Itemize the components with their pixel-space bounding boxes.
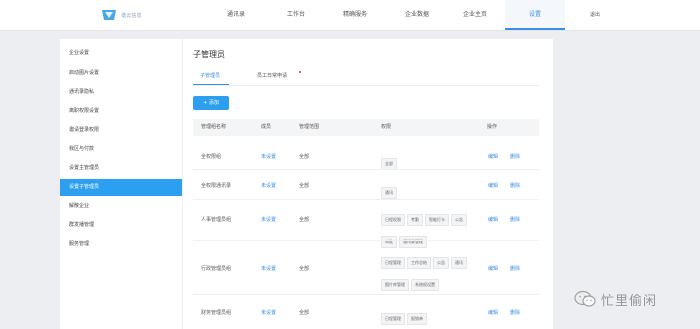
scope-value: 全部 — [299, 310, 310, 316]
column-header-group-name: 管理组名称 — [201, 124, 227, 130]
members-link[interactable]: 未设置 — [261, 216, 276, 223]
permission-tag: 考勤 — [407, 214, 423, 226]
edit-link[interactable]: 编辑 — [488, 153, 498, 160]
permission-tags: 通讯 — [381, 179, 473, 201]
row-divider — [193, 240, 539, 241]
app-logo[interactable]: 谐云信息 — [101, 7, 142, 23]
permission-tag: 通讯 — [451, 257, 467, 269]
delete-link[interactable]: 删除 — [510, 182, 520, 189]
nav-enterprise-data[interactable]: 企业数据 — [397, 0, 437, 30]
permission-tag: 报销单 — [407, 313, 427, 325]
top-navigation-bar: 谐云信息 通讯录 工作台 精确服务 企业数据 企业主页 设置 退出 — [0, 0, 700, 31]
main-panel: 子管理员 子管理员 员工日常申请 + 添加 管理组名称 成员 管理范围 权限 操… — [183, 39, 553, 329]
logo-text: 谐云信息 — [121, 12, 142, 19]
members-link[interactable]: 未设置 — [261, 309, 276, 316]
sidebar-item-main-admin[interactable]: 设置主管理员 — [60, 160, 182, 177]
nav-logout[interactable]: 退出 — [580, 0, 610, 30]
permission-tag: 通讯录管理 — [399, 236, 427, 248]
notification-dot — [299, 71, 301, 73]
delete-link[interactable]: 删除 — [510, 153, 520, 160]
row-divider — [193, 199, 539, 200]
scope-value: 全部 — [299, 183, 310, 189]
column-header-permissions: 权限 — [381, 124, 392, 130]
tab-divider — [193, 85, 539, 86]
permission-tag: 日程管理 — [381, 257, 405, 269]
add-button[interactable]: + 添加 — [193, 96, 229, 110]
nav-contacts[interactable]: 通讯录 — [221, 0, 251, 30]
delete-link[interactable]: 删除 — [510, 265, 520, 272]
sidebar-item-enterprise-settings[interactable]: 企业设置 — [60, 45, 182, 62]
group-name: 财务管理员组 — [201, 310, 232, 316]
members-link[interactable]: 未设置 — [261, 182, 276, 189]
nav-workbench[interactable]: 工作台 — [281, 0, 311, 30]
page-title: 子管理员 — [193, 50, 225, 59]
group-name: 全权限组 — [201, 154, 222, 160]
members-link[interactable]: 未设置 — [261, 153, 276, 160]
permission-tag: 公告 — [433, 257, 449, 269]
group-name: 人事管理员组 — [201, 217, 232, 223]
permission-tag: 公告 — [451, 214, 467, 226]
permission-tag: 日程管理 — [381, 313, 405, 325]
row-divider — [193, 169, 539, 170]
edit-link[interactable]: 编辑 — [488, 309, 498, 316]
permission-tag: 日程权限 — [381, 214, 405, 226]
sidebar-item-invite-login[interactable]: 邀请登录权限 — [60, 122, 182, 139]
group-name: 行政管理员组 — [201, 266, 232, 272]
wechat-icon — [574, 290, 596, 307]
delete-link[interactable]: 删除 — [510, 216, 520, 223]
logo-icon — [102, 10, 116, 20]
permission-tags: 日程管理 报销单 — [381, 305, 473, 327]
sidebar-item-region-payment[interactable]: 我区与付款 — [60, 141, 182, 158]
scope-value: 全部 — [299, 154, 310, 160]
nav-settings[interactable]: 设置 — [505, 0, 565, 30]
watermark: 忙里偷闲 — [574, 288, 657, 310]
delete-link[interactable]: 删除 — [510, 309, 520, 316]
sidebar-item-contacts-privacy[interactable]: 通讯录隐私 — [60, 84, 182, 101]
tab-sub-admin[interactable]: 子管理员 — [200, 72, 220, 79]
permission-tag: 审批 — [381, 236, 397, 248]
active-tab-indicator — [193, 84, 229, 85]
permission-tag: 图片库管理 — [381, 279, 409, 291]
table-header: 管理组名称 成员 管理范围 权限 操作 — [193, 119, 539, 136]
sidebar-item-resignation-permission[interactable]: 离职权限设置 — [60, 103, 182, 120]
permission-tags: 日程权限 考勤 智能打卡 公告审批 通讯录管理 — [381, 206, 473, 250]
sidebar-item-startup-image[interactable]: 启动图片设置 — [60, 65, 182, 82]
scope-value: 全部 — [299, 266, 310, 272]
edit-link[interactable]: 编辑 — [488, 182, 498, 189]
members-link[interactable]: 未设置 — [261, 265, 276, 272]
settings-sidebar: 企业设置 启动图片设置 通讯录隐私 离职权限设置 邀请登录权限 我区与付款 设置… — [60, 39, 182, 329]
nav-enterprise-home[interactable]: 企业主页 — [455, 0, 495, 30]
group-name: 全权限通讯录 — [201, 183, 232, 189]
permission-tag: 通讯 — [381, 187, 397, 199]
sidebar-item-broadcast[interactable]: 群发播管理 — [60, 217, 182, 234]
edit-link[interactable]: 编辑 — [488, 265, 498, 272]
watermark-text: 忙里偷闲 — [601, 293, 658, 309]
row-divider — [193, 294, 539, 295]
column-header-actions: 操作 — [487, 124, 498, 130]
column-header-members: 成员 — [261, 124, 272, 130]
column-header-scope: 管理范围 — [299, 124, 320, 130]
sidebar-item-dissolve-enterprise[interactable]: 解散企业 — [60, 198, 182, 215]
nav-services[interactable]: 精确服务 — [335, 0, 375, 30]
permission-tag: 系统权设置 — [411, 279, 439, 291]
sidebar-item-service-management[interactable]: 服务管理 — [60, 236, 182, 253]
permission-tags: 日程管理 工作总结 公告 通讯图片库管理 系统权设置 — [381, 249, 473, 293]
permission-tag: 工作总结 — [407, 257, 431, 269]
tab-employee-requests[interactable]: 员工日常申请 — [257, 72, 287, 79]
scope-value: 全部 — [299, 217, 310, 223]
permission-tag: 智能打卡 — [425, 214, 449, 226]
sidebar-item-sub-admin[interactable]: 设置子管理员 — [60, 179, 182, 196]
edit-link[interactable]: 编辑 — [488, 216, 498, 223]
